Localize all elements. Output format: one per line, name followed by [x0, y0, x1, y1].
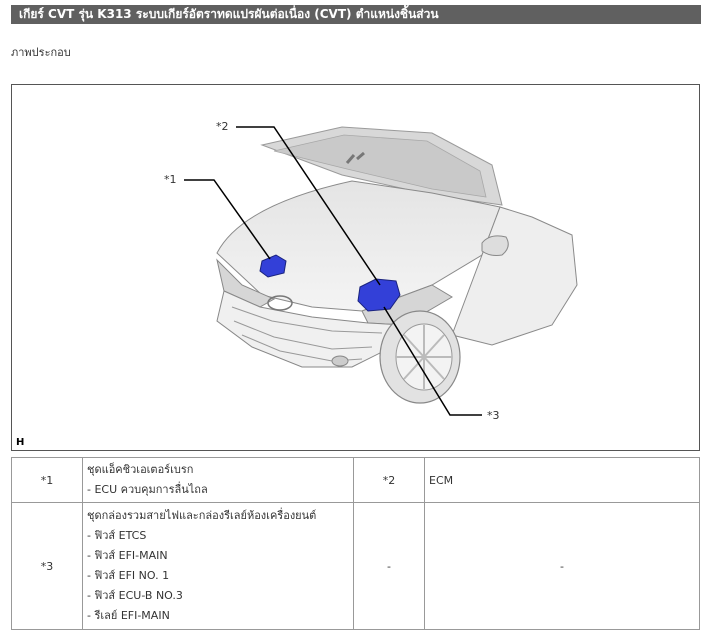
- legend-number: *2: [353, 457, 425, 503]
- component-illustration: *1 *2 *3 H: [11, 84, 700, 451]
- callout-3: *3: [487, 409, 500, 422]
- legend-number: *3: [11, 502, 83, 630]
- table-row: *3 ชุดกล่องรวมสายไฟและกล่องรีเลย์ห้องเคร…: [11, 502, 700, 630]
- legend-description: ชุดแอ็คชิวเอเตอร์เบรก - ECU ควบคุมการลื่…: [82, 457, 354, 503]
- legend-description: ชุดกล่องรวมสายไฟและกล่องรีเลย์ห้องเครื่อ…: [82, 502, 354, 630]
- legend-line: - ECU ควบคุมการลื่นไถล: [87, 483, 208, 496]
- legend-line: - ฟิวส์ ETCS: [87, 529, 147, 542]
- legend-description: ECM: [424, 457, 700, 503]
- car-drawing: [184, 126, 578, 416]
- figure-letter: H: [16, 437, 25, 448]
- callout-2: *2: [216, 120, 229, 133]
- legend-line: ชุดกล่องรวมสายไฟและกล่องรีเลย์ห้องเครื่อ…: [87, 509, 317, 522]
- legend-line: - ฟิวส์ ECU-B NO.3: [87, 589, 183, 602]
- legend-table: *1 ชุดแอ็คชิวเอเตอร์เบรก - ECU ควบคุมการ…: [11, 457, 700, 630]
- table-row: *1 ชุดแอ็คชิวเอเตอร์เบรก - ECU ควบคุมการ…: [11, 457, 700, 503]
- legend-line: - ฟิวส์ EFI-MAIN: [87, 549, 168, 562]
- callout-1: *1: [164, 173, 177, 186]
- illustration-heading: ภาพประกอบ: [11, 46, 71, 59]
- legend-number: -: [353, 502, 425, 630]
- legend-line: - รีเลย์ EFI-MAIN: [87, 609, 170, 622]
- legend-line: - ฟิวส์ EFI NO. 1: [87, 569, 170, 582]
- legend-number: *1: [11, 457, 83, 503]
- legend-description: -: [424, 502, 700, 630]
- page-title: เกียร์ CVT รุ่น K313 ระบบเกียร์อัตราทดแป…: [11, 5, 701, 24]
- legend-line: ชุดแอ็คชิวเอเตอร์เบรก: [87, 463, 194, 476]
